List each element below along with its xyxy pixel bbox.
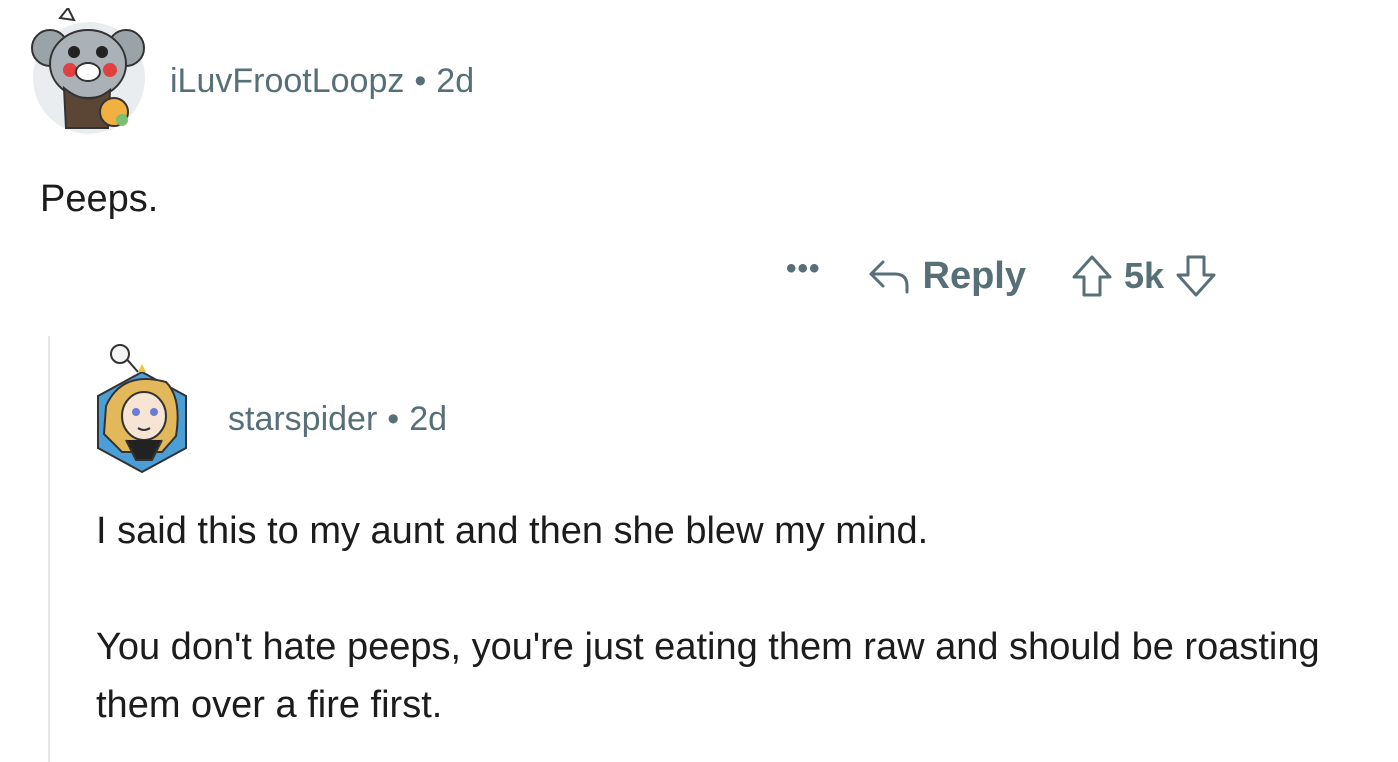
vote-count: 5k	[1124, 255, 1165, 296]
reply-button[interactable]: Reply	[865, 255, 1026, 298]
comment-paragraph: I said this to my aunt and then she blew…	[96, 510, 929, 552]
more-options-button[interactable]: •••	[786, 252, 821, 286]
avatar[interactable]	[30, 6, 148, 136]
comment-meta: iLuvFrootLoopz • 2d	[170, 62, 474, 101]
timestamp[interactable]: 2d	[436, 62, 474, 100]
koala-avatar-icon	[31, 6, 145, 134]
avatar[interactable]	[92, 342, 192, 476]
comment-paragraph: You don't hate peeps, you're just eating…	[96, 626, 1320, 726]
vote-control: 5k	[1070, 253, 1218, 299]
reply-arrow-icon	[869, 260, 909, 294]
reply-label: Reply	[922, 254, 1026, 297]
separator-dot: •	[387, 400, 400, 438]
comment-body: Peeps.	[40, 178, 159, 220]
snoo-avatar-icon	[97, 344, 187, 474]
downvote-icon[interactable]	[1174, 253, 1218, 299]
separator-dot: •	[414, 62, 427, 100]
comment-meta: starspider • 2d	[228, 400, 447, 439]
timestamp[interactable]: 2d	[409, 400, 447, 438]
username[interactable]: iLuvFrootLoopz	[170, 62, 404, 100]
upvote-icon[interactable]	[1070, 253, 1114, 299]
comment-actions: ••• Reply 5k	[786, 248, 1218, 304]
username[interactable]: starspider	[228, 400, 377, 438]
thread-line[interactable]	[48, 336, 50, 762]
